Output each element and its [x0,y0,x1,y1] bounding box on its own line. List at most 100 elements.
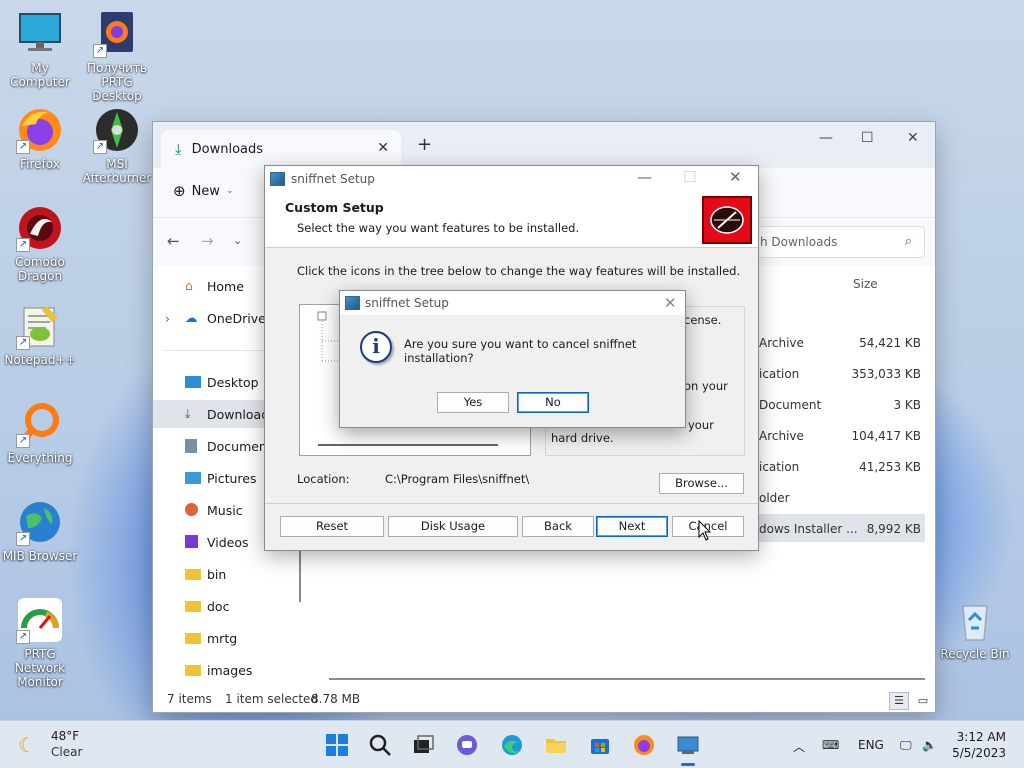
confirm-message: Are you sure you want to cancel sniffnet… [404,337,637,365]
search-placeholder: h Downloads [760,235,838,249]
desktop-icon-notepadpp[interactable]: ↗ Notepad++ [0,302,80,367]
edge-browser-icon[interactable] [500,733,524,757]
tab-title: Downloads [191,141,264,157]
close-icon[interactable]: ✕ [664,294,677,312]
disk-usage-button[interactable]: Disk Usage [388,516,518,537]
file-row[interactable]: ication 353,033 KB [753,359,925,387]
show-hidden-icons-chevron-icon[interactable]: ︿ [793,738,805,755]
folder-icon [185,633,201,644]
store-icon[interactable] [588,733,612,757]
no-button[interactable]: No [517,392,589,413]
desktop-icon-my-computer[interactable]: My Computer [0,10,80,89]
yes-button[interactable]: Yes [437,392,509,413]
task-view-icon[interactable] [411,733,435,757]
maximize-icon[interactable]: ☐ [861,130,874,146]
next-button[interactable]: Next [596,516,668,537]
search-input[interactable]: h Downloads ⌕ [749,226,925,258]
desktop-icon-msi-afterburner[interactable]: ↗ MSI Afterburner [77,106,157,185]
desktop-icon-firefox[interactable]: ↗ Firefox [0,106,80,171]
details-view-icon[interactable]: ☰ [889,692,909,710]
reset-button[interactable]: Reset [280,516,384,537]
desktop-icon-comodo-dragon[interactable]: ↗ Comodo Dragon [0,204,80,283]
search-icon[interactable] [368,733,392,757]
browse-button[interactable]: Browse... [659,473,744,494]
clock[interactable]: 3:12 AM 5/5/2023 [952,729,1006,761]
sidebar-item-bin[interactable]: bin [153,560,293,588]
network-icon[interactable]: 🖵 [900,738,912,753]
location-value: C:\Program Files\sniffnet\ [385,472,530,486]
installer-app-icon [270,172,285,186]
desktop-icon-label: Comodo Dragon [15,255,65,283]
desktop-icon-prtg-desktop[interactable]: ↗ Получить PRTG Desktop [77,10,157,103]
new-button[interactable]: ⊕ New ⌄ [173,182,233,200]
folder-icon [185,601,201,612]
desktop-icon-recycle-bin[interactable]: Recycle Bin [935,596,1015,661]
desktop-icon-label: Firefox [20,157,60,171]
firefox-file-icon: ↗ [93,10,141,58]
file-explorer-icon[interactable] [544,733,568,757]
close-tab-icon[interactable]: ✕ [377,140,389,156]
weather-temperature: 48°F [51,729,80,743]
desktop-icon-mib-browser[interactable]: ↗ MIB Browser [0,498,80,563]
shortcut-arrow-icon: ↗ [16,336,30,350]
afterburner-icon: ↗ [93,106,141,154]
close-window-icon[interactable]: ✕ [907,130,919,146]
sidebar-item-mrtg[interactable]: mrtg [153,624,293,652]
shortcut-arrow-icon: ↗ [93,44,107,58]
video-icon [185,535,198,548]
back-button[interactable]: Back [522,516,594,537]
new-tab-button[interactable]: + [417,134,432,155]
volume-icon[interactable]: 🔈 [922,738,937,752]
sidebar-item-images[interactable]: images [153,656,293,684]
start-windows-icon[interactable] [325,733,349,757]
sidebar-item-doc[interactable]: doc [153,592,293,620]
plus-circle-icon: ⊕ [173,182,186,200]
folder-icon [185,665,201,676]
shortcut-arrow-icon: ↗ [16,140,30,154]
selection-size: 8.78 MB [311,692,361,706]
confirm-titlebar: sniffnet Setup ✕ [340,291,685,315]
firefox-icon: ↗ [16,106,64,154]
selection-count: 1 item selected [225,692,319,706]
language-indicator[interactable]: ENG [858,738,884,752]
file-row[interactable]: older [753,483,925,511]
file-row[interactable]: ication 41,253 KB [753,452,925,480]
file-row-selected[interactable]: dows Installer ... 8,992 KB [753,514,925,542]
column-header-size[interactable]: Size [853,277,878,291]
close-icon[interactable]: ✕ [729,168,742,186]
minimize-icon[interactable]: — [819,130,833,146]
desktop-icon-prtg-network-monitor[interactable]: ↗ PRTG Network Monitor [0,596,80,689]
tiles-view-icon[interactable]: ▭ [913,692,933,710]
everything-search-icon: ↗ [16,400,64,448]
tab-downloads[interactable]: ⤓ Downloads ✕ [161,130,401,168]
banner-title: Custom Setup [285,200,384,215]
file-row[interactable]: Archive 54,421 KB [753,328,925,356]
installer-taskbar-icon[interactable] [676,733,700,757]
home-icon: ⌂ [185,278,193,293]
keyboard-icon[interactable]: ⌨ [822,738,839,752]
chat-icon[interactable] [455,733,479,757]
pictures-icon [185,472,201,484]
back-arrow-icon[interactable]: ← [167,232,180,250]
horizontal-scrollbar[interactable] [329,678,925,680]
desktop-icon-label: MIB Browser [2,549,78,563]
item-count: 7 items [167,692,212,706]
minimize-icon[interactable]: — [637,168,652,186]
chevron-down-icon: ⌄ [225,186,234,196]
shortcut-arrow-icon: ↗ [16,532,30,546]
instruction-text: Click the icons in the tree below to cha… [297,264,741,278]
forward-arrow-icon[interactable]: → [201,232,214,250]
maximize-icon[interactable]: ☐ [683,168,696,186]
firefox-icon[interactable] [632,733,656,757]
desktop-icon-everything[interactable]: ↗ Everything [0,400,80,465]
file-row[interactable]: Document 3 KB [753,390,925,418]
folder-icon [185,569,201,580]
explorer-titlebar: ⤓ Downloads ✕ + — ☐ ✕ [153,122,935,168]
download-arrow-icon: ⤓ [185,406,191,421]
file-row[interactable]: Archive 104,417 KB [753,421,925,449]
expand-chevron-icon: › [165,310,170,326]
recent-chevron-icon[interactable]: ⌄ [233,234,242,247]
active-app-indicator [681,763,695,766]
monitor-icon [16,10,64,58]
clock-time: 3:12 AM [956,730,1006,744]
